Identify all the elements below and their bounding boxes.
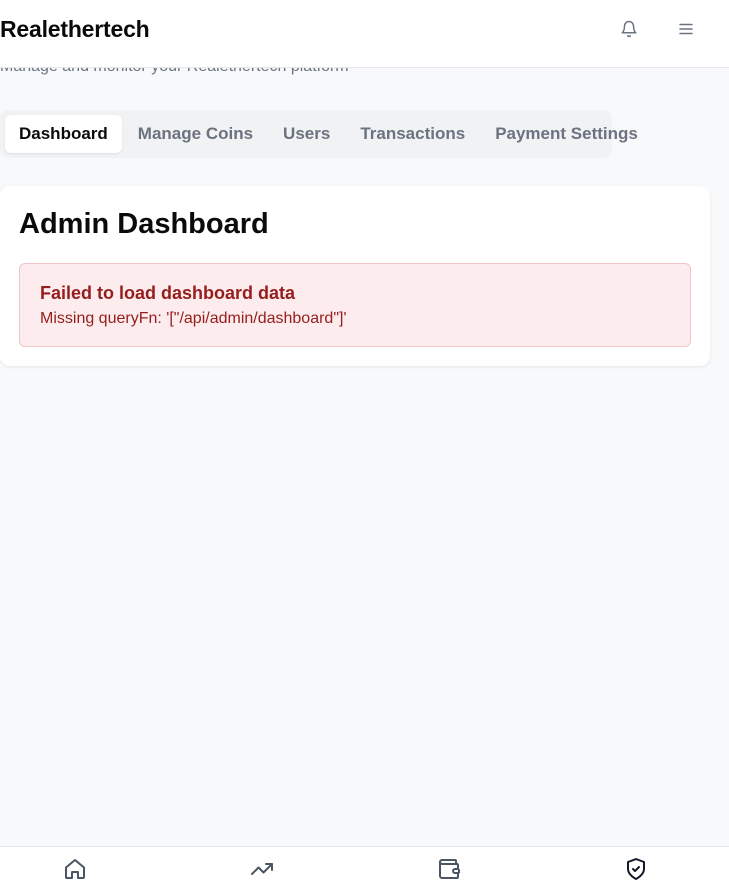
trending-up-icon: [251, 863, 273, 875]
tab-dashboard[interactable]: Dashboard: [5, 115, 122, 153]
bell-icon: [621, 20, 637, 38]
admin-tabs: Dashboard Manage Coins Users Transaction…: [0, 110, 638, 158]
tab-users[interactable]: Users: [269, 115, 344, 153]
nav-home[interactable]: [63, 857, 87, 880]
dashboard-card: Admin Dashboard Failed to load dashboard…: [0, 186, 710, 366]
nav-admin[interactable]: [624, 857, 648, 880]
error-alert: Failed to load dashboard data Missing qu…: [19, 263, 691, 347]
bottom-navigation: [0, 846, 729, 880]
nav-markets[interactable]: [250, 857, 274, 880]
error-message: Missing queryFn: '["/api/admin/dashboard…: [40, 310, 347, 327]
tab-manage-coins[interactable]: Manage Coins: [124, 115, 267, 153]
menu-button[interactable]: [671, 14, 701, 44]
shield-check-icon: [627, 858, 645, 880]
home-icon: [65, 859, 85, 879]
nav-wallet[interactable]: [437, 857, 461, 880]
error-title: Failed to load dashboard data: [40, 283, 296, 303]
tab-payment-settings[interactable]: Payment Settings: [481, 115, 652, 153]
hamburger-menu-icon: [679, 23, 693, 35]
tab-transactions[interactable]: Transactions: [346, 115, 479, 153]
page-title: Admin Dashboard: [19, 208, 269, 240]
wallet-icon: [439, 859, 460, 879]
notifications-button[interactable]: [614, 14, 644, 44]
brand-title: Realethertech: [0, 16, 150, 42]
top-bar: Realethertech: [0, 0, 729, 68]
